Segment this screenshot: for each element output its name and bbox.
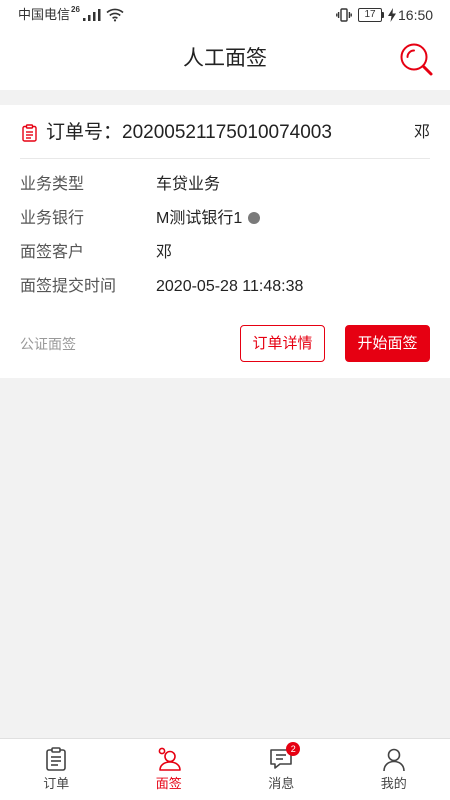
profile-icon [382, 748, 405, 772]
clock: 16:50 [398, 7, 434, 23]
tab-face-sign[interactable]: 面签 [113, 739, 226, 800]
order-number-value: 20200521175010074003 [122, 122, 332, 143]
battery-nub [382, 12, 384, 18]
clipboard-icon [46, 747, 67, 771]
tab-label: 消息 [268, 776, 295, 791]
wifi-icon [106, 8, 124, 22]
status-bar: 中国电信 26 17 16:50 [0, 0, 450, 30]
field-label: 面签客户 [20, 244, 85, 261]
carrier-name: 中国电信 [18, 7, 71, 22]
order-clipboard-icon [22, 124, 37, 142]
field-value-wrap: M测试银行1 [156, 208, 261, 230]
message-badge: 2 [286, 742, 301, 756]
tab-orders[interactable]: 订单 [0, 739, 113, 800]
field-label: 业务银行 [20, 210, 85, 227]
bottom-tab-bar: 订单 面签 2 消息 我的 [0, 738, 450, 800]
order-card: 订单号：20200521175010074003 邓 业务类型 车贷业务 业务银… [0, 105, 450, 378]
sign-type-label: 公证面签 [20, 336, 76, 352]
field-submit-time: 面签提交时间 2020-05-28 11:48:38 [0, 276, 450, 298]
tab-messages[interactable]: 2 消息 [225, 739, 338, 800]
field-value: M测试银行1 [156, 210, 243, 227]
signal-icon [83, 9, 101, 21]
field-value: 2020-05-28 11:48:38 [156, 278, 304, 295]
field-value: 车贷业务 [156, 176, 221, 193]
card-divider [20, 158, 430, 159]
vibrate-icon [336, 8, 352, 22]
network-type: 26 [71, 5, 80, 14]
field-label: 业务类型 [20, 176, 85, 193]
app-header: 人工面签 [0, 30, 450, 90]
field-business-bank: 业务银行 M测试银行1 [0, 208, 450, 230]
bank-status-dot [248, 212, 261, 224]
search-button[interactable] [398, 41, 434, 77]
face-sign-icon [158, 747, 181, 771]
page-title: 人工面签 [183, 47, 267, 70]
order-number: 订单号：20200521175010074003 [46, 121, 332, 145]
tab-label: 我的 [380, 776, 407, 791]
search-icon [400, 43, 433, 76]
battery-icon: 17 [358, 8, 382, 22]
order-detail-button[interactable]: 订单详情 [240, 325, 325, 362]
field-label: 面签提交时间 [20, 278, 117, 295]
start-sign-button[interactable]: 开始面签 [345, 325, 430, 362]
message-icon-wrap: 2 [268, 742, 301, 772]
order-customer-initial: 邓 [413, 124, 430, 141]
tab-label: 面签 [155, 776, 182, 791]
tab-label: 订单 [43, 776, 70, 791]
field-business-type: 业务类型 车贷业务 [0, 174, 450, 196]
order-number-label: 订单号： [46, 122, 123, 143]
tab-profile[interactable]: 我的 [338, 739, 450, 800]
field-value: 邓 [156, 244, 173, 261]
charging-icon [388, 8, 396, 22]
field-customer: 面签客户 邓 [0, 242, 450, 264]
